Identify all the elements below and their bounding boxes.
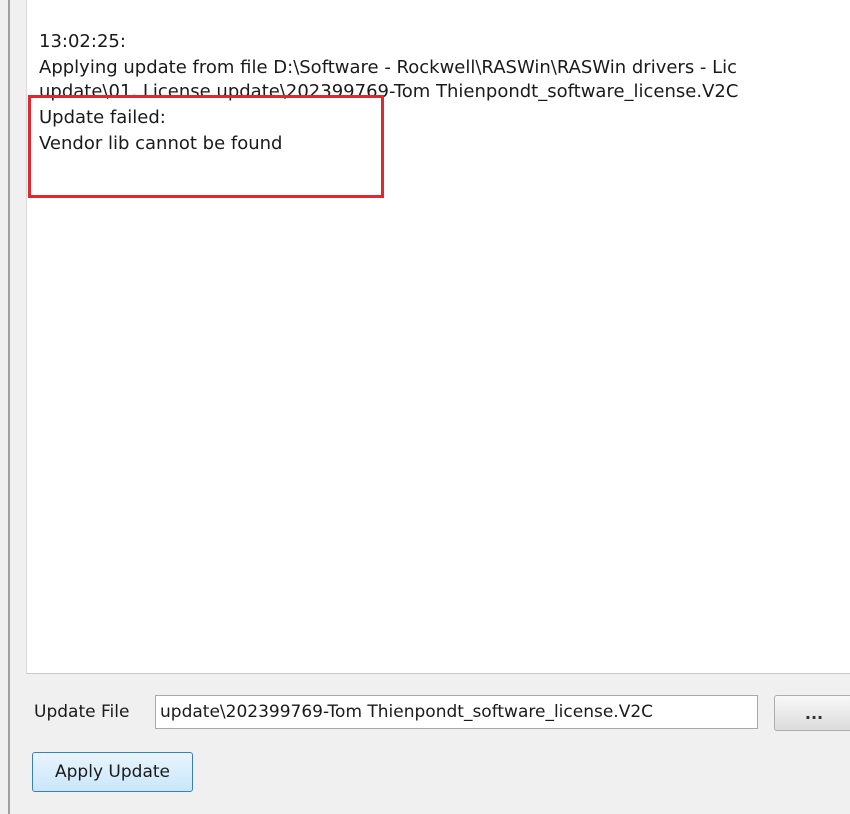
- update-file-input[interactable]: [155, 695, 758, 729]
- log-line-error-message: Vendor lib cannot be found: [39, 133, 283, 154]
- browse-button[interactable]: ...: [774, 695, 850, 731]
- update-file-label: Update File: [34, 702, 130, 722]
- license-update-window: 13:02:25: Applying update from file D:\S…: [0, 0, 850, 814]
- window-border: [8, 0, 10, 814]
- log-line-file-path: update\01. License update\202399769-Tom …: [39, 81, 739, 102]
- log-line-update-failed: Update failed:: [39, 107, 166, 128]
- apply-update-button[interactable]: Apply Update: [32, 752, 193, 792]
- log-line-applying: Applying update from file D:\Software - …: [39, 57, 738, 78]
- log-timestamp: 13:02:25:: [39, 31, 126, 52]
- log-output-area[interactable]: 13:02:25: Applying update from file D:\S…: [26, 0, 850, 674]
